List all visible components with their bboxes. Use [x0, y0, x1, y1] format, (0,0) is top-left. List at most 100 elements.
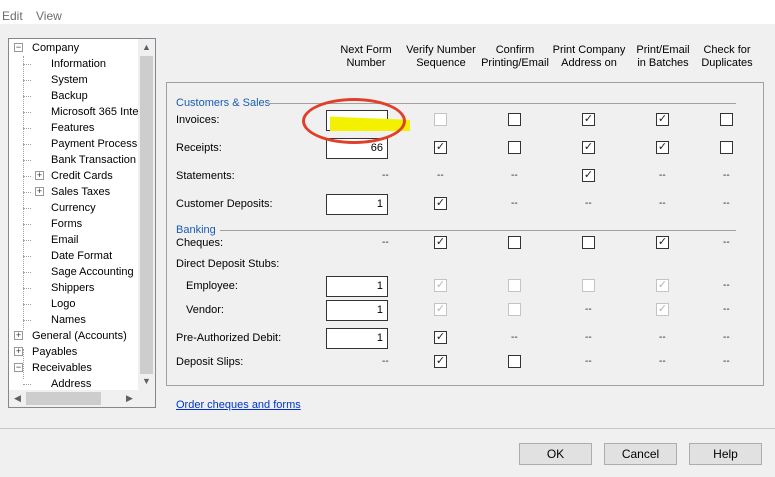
row-label-invoices: Invoices:: [176, 114, 220, 126]
tree-item[interactable]: Address: [51, 376, 91, 390]
not-applicable-mark: --: [585, 332, 592, 343]
not-applicable-mark: --: [723, 280, 730, 291]
customer-deposit-number-field[interactable]: 1: [326, 194, 388, 215]
col-header-line: Print/Email: [636, 44, 690, 56]
tree-connector: [23, 208, 31, 209]
tree-connector: [23, 176, 31, 177]
tree-vertical-scrollbar[interactable]: ▲ ▼: [138, 39, 155, 390]
menu-edit[interactable]: Edit: [2, 9, 23, 23]
checkbox-preauth-0[interactable]: ✓: [434, 331, 447, 344]
tree-connector: [23, 349, 24, 379]
checkbox-deposit-slips-1[interactable]: [508, 355, 521, 368]
col-print-company-address: Print Company Address on: [550, 44, 628, 70]
checkbox-customer-deposits-0[interactable]: ✓: [434, 197, 447, 210]
tree-horizontal-scrollbar[interactable]: ◀ ▶: [9, 390, 155, 407]
checkbox-employee-0: ✓: [434, 279, 447, 292]
tree-item[interactable]: Company: [32, 40, 79, 56]
ok-button[interactable]: OK: [519, 443, 592, 465]
tree-item[interactable]: System: [51, 72, 88, 88]
col-header-line: Next Form: [340, 44, 392, 56]
col-header-line: Number: [346, 57, 386, 69]
tree-item[interactable]: Information: [51, 56, 106, 72]
checkbox-cheques-3[interactable]: ✓: [656, 236, 669, 249]
checkbox-invoices-3[interactable]: ✓: [656, 113, 669, 126]
tree-connector: [23, 128, 31, 129]
expand-icon[interactable]: +: [14, 347, 23, 356]
scroll-up-icon[interactable]: ▲: [138, 39, 155, 56]
col-print-email-batches: Print/Email in Batches: [628, 44, 698, 70]
row-label-receipts: Receipts:: [176, 142, 222, 154]
tree-connector: [23, 320, 31, 321]
tree-connector: [23, 112, 31, 113]
checkbox-receipts-3[interactable]: ✓: [656, 141, 669, 154]
col-header-line: Print Company: [552, 44, 626, 56]
menu-view[interactable]: View: [36, 9, 62, 23]
tree-connector: [23, 224, 31, 225]
tree-item[interactable]: Sales Taxes: [51, 184, 110, 200]
checkbox-cheques-2[interactable]: [582, 236, 595, 249]
expand-icon[interactable]: +: [35, 171, 44, 180]
tree-item[interactable]: Backup: [51, 88, 88, 104]
tree-item[interactable]: Credit Cards: [51, 168, 113, 184]
scroll-left-icon[interactable]: ◀: [9, 390, 26, 407]
not-applicable-mark: --: [511, 332, 518, 343]
tree-item[interactable]: Microsoft 365 Inte: [51, 104, 138, 120]
col-header-line: in Batches: [637, 57, 689, 69]
scroll-down-icon[interactable]: ▼: [138, 373, 155, 390]
checkbox-receipts-2[interactable]: ✓: [582, 141, 595, 154]
tree-item[interactable]: Receivables: [32, 360, 92, 376]
not-applicable-mark: --: [659, 198, 666, 209]
scroll-right-icon[interactable]: ▶: [121, 390, 138, 407]
tree-item[interactable]: Forms: [51, 216, 82, 232]
tree-item[interactable]: Features: [51, 120, 94, 136]
tree-item[interactable]: Logo: [51, 296, 75, 312]
tree-item[interactable]: General (Accounts): [32, 328, 127, 344]
order-cheques-link[interactable]: Order cheques and forms: [176, 399, 301, 411]
collapse-icon[interactable]: −: [14, 43, 23, 52]
not-applicable-mark: --: [382, 356, 389, 367]
vendor-stub-number-field[interactable]: 1: [326, 300, 388, 321]
tree-item[interactable]: Email: [51, 232, 79, 248]
tree-vertical-thumb[interactable]: [140, 56, 153, 374]
checkbox-vendor-1: [508, 303, 521, 316]
checkbox-cheques-0[interactable]: ✓: [434, 236, 447, 249]
checkbox-invoices-2[interactable]: ✓: [582, 113, 595, 126]
col-header-line: Verify Number: [406, 44, 476, 56]
not-applicable-mark: --: [723, 237, 730, 248]
tree-item[interactable]: Payment Processi: [51, 136, 140, 152]
preauth-number-field[interactable]: 1: [326, 328, 388, 349]
checkbox-receipts-0[interactable]: ✓: [434, 141, 447, 154]
settings-tree[interactable]: − Company Information System Backup Microsoft…: [8, 38, 156, 408]
tree-connector: [23, 80, 31, 81]
checkbox-invoices-4[interactable]: [720, 113, 733, 126]
collapse-icon[interactable]: −: [14, 363, 23, 372]
checkbox-receipts-4[interactable]: [720, 141, 733, 154]
tree-item[interactable]: Bank Transaction: [51, 152, 136, 168]
checkbox-deposit-slips-0[interactable]: ✓: [434, 355, 447, 368]
checkbox-employee-2: [582, 279, 595, 292]
not-applicable-mark: --: [723, 304, 730, 315]
checkbox-invoices-1[interactable]: [508, 113, 521, 126]
expand-icon[interactable]: +: [14, 331, 23, 340]
checkbox-cheques-1[interactable]: [508, 236, 521, 249]
tree-item[interactable]: Sage Accounting: [51, 264, 134, 280]
employee-stub-number-field[interactable]: 1: [326, 276, 388, 297]
cancel-button[interactable]: Cancel: [604, 443, 677, 465]
tree-item[interactable]: Names: [51, 312, 86, 328]
help-button[interactable]: Help: [689, 443, 762, 465]
checkbox-receipts-1[interactable]: [508, 141, 521, 154]
row-label-customer-deposits: Customer Deposits:: [176, 198, 273, 210]
tree-item[interactable]: Payables: [32, 344, 77, 360]
checkbox-statements-2[interactable]: ✓: [582, 169, 595, 182]
red-annotation-circle: [302, 98, 406, 144]
row-label-direct-deposit: Direct Deposit Stubs:: [176, 258, 280, 270]
col-confirm-printing: Confirm Printing/Email: [478, 44, 552, 70]
tree-connector: [23, 288, 31, 289]
tree-connector: [23, 240, 31, 241]
tree-item[interactable]: Shippers: [51, 280, 94, 296]
tree-item[interactable]: Currency: [51, 200, 96, 216]
expand-icon[interactable]: +: [35, 187, 44, 196]
tree-horizontal-thumb[interactable]: [26, 392, 101, 405]
not-applicable-mark: --: [382, 237, 389, 248]
tree-item[interactable]: Date Format: [51, 248, 112, 264]
